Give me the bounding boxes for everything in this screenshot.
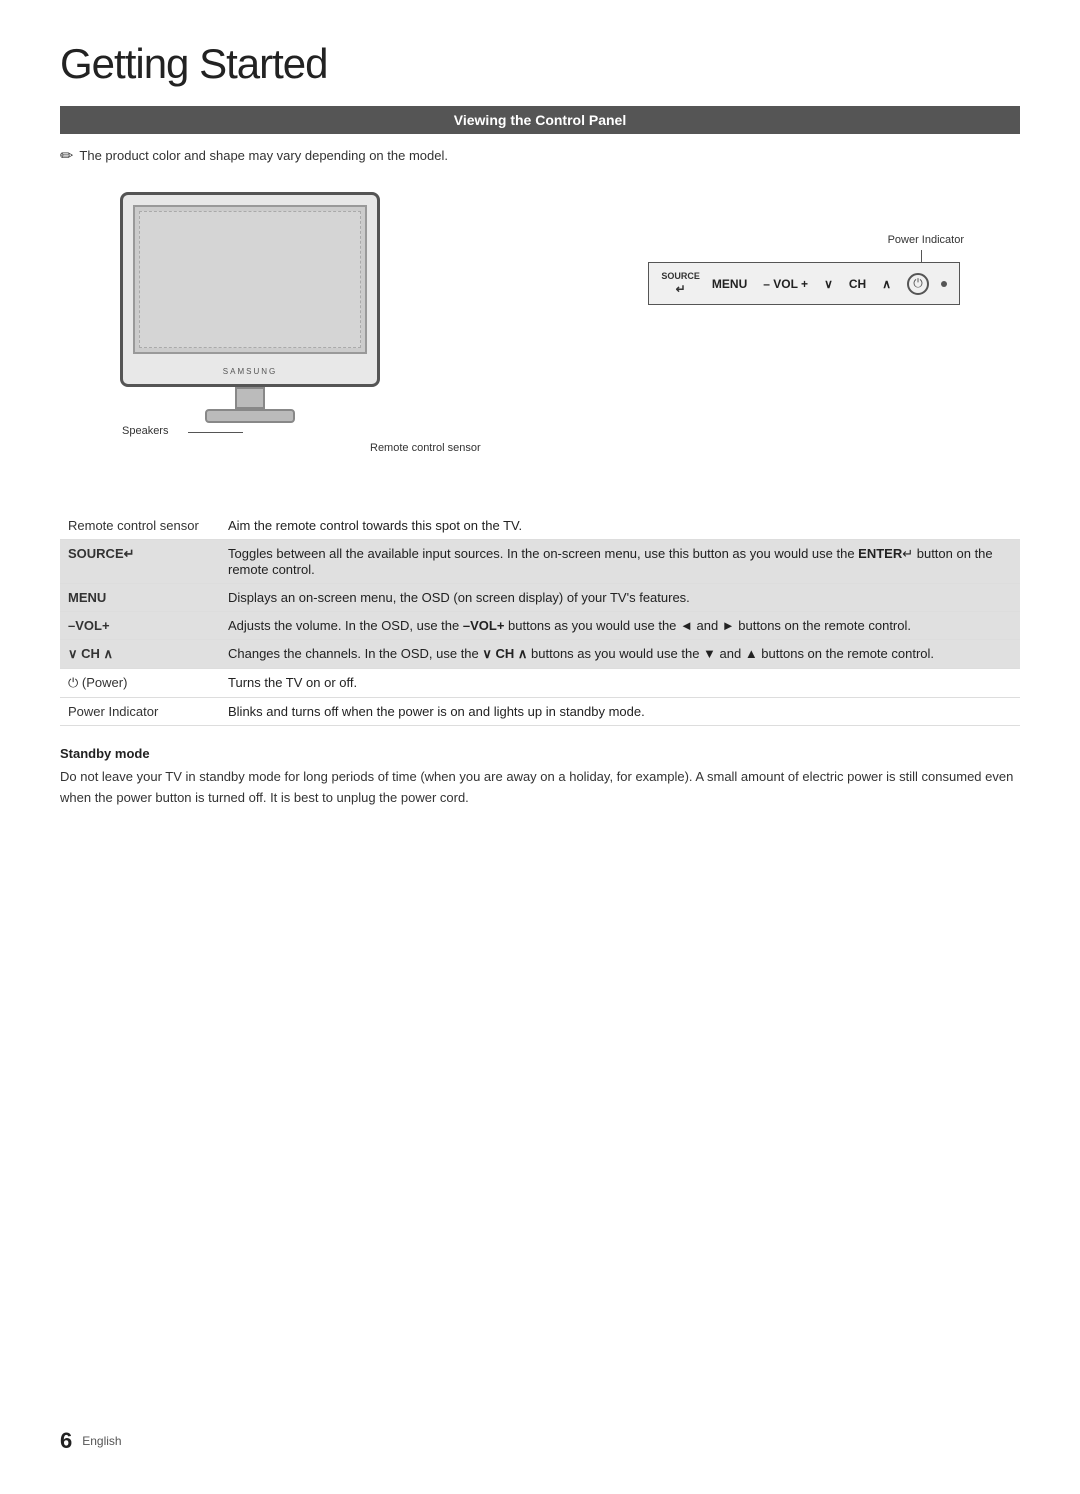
feature-description: Adjusts the volume. In the OSD, use the … [220, 612, 1020, 640]
table-row: Remote control sensor Aim the remote con… [60, 512, 1020, 540]
feature-label: –VOL+ [60, 612, 220, 640]
tv-brand: SAMSUNG [223, 367, 277, 376]
feature-table: Remote control sensor Aim the remote con… [60, 512, 1020, 726]
ch-up-label: ∧ [882, 277, 891, 291]
table-row: MENU Displays an on-screen menu, the OSD… [60, 584, 1020, 612]
source-button-display: SOURCE ↵ [661, 271, 700, 296]
source-enter-icon: ↵ [676, 282, 686, 296]
feature-description: Changes the channels. In the OSD, use th… [220, 640, 1020, 669]
speakers-label: Speakers [122, 425, 168, 437]
page-language: English [82, 1434, 121, 1448]
control-box: SOURCE ↵ MENU – VOL + ∨ CH ∧ ⏻ [648, 262, 960, 305]
feature-label: SOURCE↵ [60, 540, 220, 584]
feature-description: Aim the remote control towards this spot… [220, 512, 1020, 540]
standby-title: Standby mode [60, 746, 1020, 761]
power-icon: ⏻ [913, 276, 923, 291]
page-footer: 6 English [60, 1428, 122, 1454]
tv-outer: SAMSUNG [120, 192, 380, 387]
speakers-callout-line [188, 432, 243, 433]
feature-label: Remote control sensor [60, 512, 220, 540]
page-number: 6 [60, 1428, 72, 1454]
power-button-display: ⏻ [907, 273, 929, 295]
feature-description: Blinks and turns off when the power is o… [220, 698, 1020, 726]
table-row: ∨ CH ∧ Changes the channels. In the OSD,… [60, 640, 1020, 669]
table-row: –VOL+ Adjusts the volume. In the OSD, us… [60, 612, 1020, 640]
table-row: SOURCE↵ Toggles between all the availabl… [60, 540, 1020, 584]
page-title: Getting Started [60, 40, 1020, 88]
remote-sensor-diagram-label: Remote control sensor [370, 442, 481, 454]
section-header: Viewing the Control Panel [60, 106, 1020, 134]
note-line: ✏ The product color and shape may vary d… [60, 148, 1020, 166]
table-row: Power Indicator Blinks and turns off whe… [60, 698, 1020, 726]
menu-label: MENU [712, 277, 747, 291]
feature-label: Power Indicator [60, 698, 220, 726]
note-text: The product color and shape may vary dep… [79, 148, 448, 163]
tv-screen-inner [139, 211, 361, 348]
feature-label: MENU [60, 584, 220, 612]
tv-stand-base [205, 409, 295, 423]
vol-label: – VOL + [763, 277, 808, 291]
standby-section: Standby mode Do not leave your TV in sta… [60, 746, 1020, 809]
ch-label: CH [849, 277, 866, 291]
source-label: SOURCE [661, 271, 700, 282]
power-indicator-label: Power Indicator [888, 234, 964, 246]
table-row: ⏻ (Power) Turns the TV on or off. [60, 669, 1020, 698]
feature-label: ⏻ (Power) [60, 669, 220, 698]
feature-description: Toggles between all the available input … [220, 540, 1020, 584]
feature-label: ∨ CH ∧ [60, 640, 220, 669]
diagram-area: SAMSUNG Power Indicator SOURCE ↵ MENU – … [60, 182, 1020, 502]
note-icon: ✏ [60, 146, 73, 166]
feature-description: Turns the TV on or off. [220, 669, 1020, 698]
control-panel-strip: SOURCE ↵ MENU – VOL + ∨ CH ∧ ⏻ [648, 262, 960, 305]
standby-text: Do not leave your TV in standby mode for… [60, 767, 1020, 809]
power-indicator-dot [941, 281, 947, 287]
tv-screen [133, 205, 367, 354]
tv-stand-neck [235, 387, 265, 409]
ch-down-label: ∨ [824, 277, 833, 291]
tv-illustration: SAMSUNG [120, 192, 380, 423]
feature-description: Displays an on-screen menu, the OSD (on … [220, 584, 1020, 612]
